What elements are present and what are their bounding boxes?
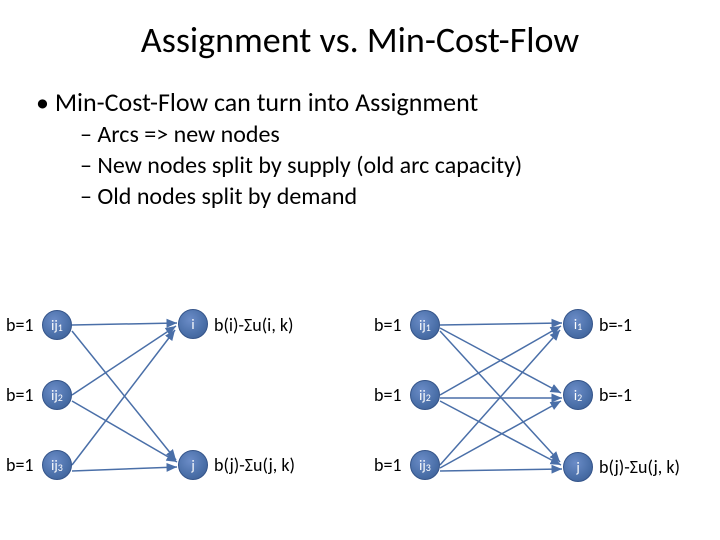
node-i-left: i — [178, 309, 208, 339]
node-ij1-right: ij1 — [410, 310, 440, 340]
label-b1-right-2: b=1 — [374, 384, 402, 406]
node-i2-right-sub: 2 — [577, 391, 582, 404]
node-ij2-right-sub: 2 — [426, 391, 431, 404]
label-formula-i: b(i)-Σu(i, k) — [214, 314, 294, 336]
page-title: Assignment vs. Min-Cost-Flow — [0, 0, 720, 62]
label-formula-j-left: b(j)-Σu(j, k) — [214, 454, 295, 476]
label-b1-left-1: b=1 — [6, 314, 34, 336]
node-j-right: j — [563, 452, 593, 482]
slide: Assignment vs. Min-Cost-Flow Min-Cost-Fl… — [0, 0, 720, 540]
node-i-left-text: i — [191, 316, 194, 333]
node-ij1-left: ij1 — [42, 310, 72, 340]
label-b1-right-1: b=1 — [374, 314, 402, 336]
node-ij2-left: ij2 — [42, 380, 72, 410]
node-j-left-text: j — [191, 457, 194, 474]
node-i2-right: i2 — [563, 380, 593, 410]
label-b1-left-3: b=1 — [6, 454, 34, 476]
node-j-left: j — [178, 450, 208, 480]
bullet-sub-1: Arcs => new nodes — [80, 120, 720, 149]
label-b1-left-2: b=1 — [6, 384, 34, 406]
label-bm1-right-1: b=-1 — [599, 314, 632, 336]
label-formula-j-right: b(j)-Σu(j, k) — [599, 456, 680, 478]
node-ij1-right-sub: 1 — [426, 321, 431, 334]
node-i1-right-sub: 1 — [577, 320, 582, 333]
label-b1-right-3: b=1 — [374, 454, 402, 476]
node-ij3-right-sub: 3 — [426, 461, 431, 474]
node-ij2-right: ij2 — [410, 380, 440, 410]
diagram: b=1 ij1 b=1 ij2 b=1 ij3 i b(i)-Σu(i, k) … — [0, 290, 720, 540]
node-ij3-left-sub: 3 — [58, 461, 63, 474]
bullet-sub-2: New nodes split by supply (old arc capac… — [80, 151, 720, 180]
node-ij3-left: ij3 — [42, 450, 72, 480]
node-ij1-left-sub: 1 — [58, 321, 63, 334]
node-ij3-right: ij3 — [410, 450, 440, 480]
label-bm1-right-2: b=-1 — [599, 384, 632, 406]
bullet-sub-3: Old nodes split by demand — [80, 182, 720, 211]
node-j-right-text: j — [576, 459, 579, 476]
node-i1-right: i1 — [563, 309, 593, 339]
node-ij2-left-sub: 2 — [58, 391, 63, 404]
bullet-main: Min-Cost-Flow can turn into Assignment — [36, 86, 720, 118]
